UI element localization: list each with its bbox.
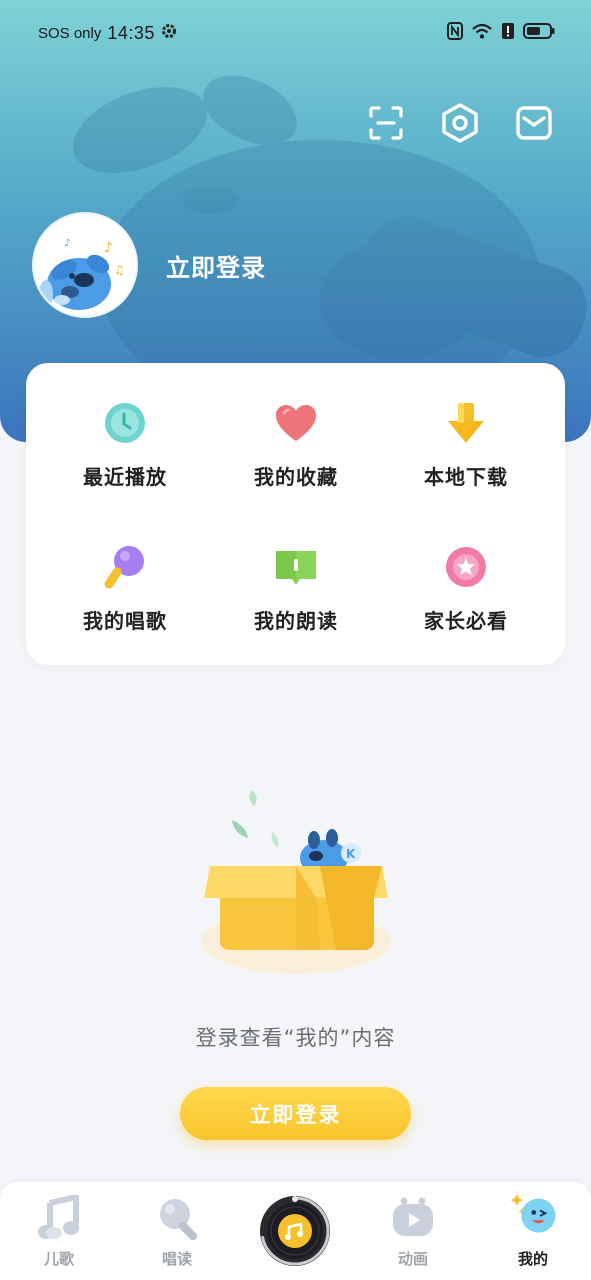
- menu-item-my-reading[interactable]: 我的朗读: [216, 543, 376, 653]
- nav-label: 我的: [517, 1250, 548, 1268]
- settings-hex-icon[interactable]: [441, 102, 479, 144]
- svg-text:♫: ♫: [114, 263, 125, 277]
- carrier-status: SOS only: [38, 24, 102, 42]
- battery-icon: [523, 22, 555, 44]
- menu-item-label: 我的朗读: [254, 609, 338, 633]
- nfc-icon: [447, 22, 463, 44]
- empty-box-illustration: K: [201, 790, 391, 974]
- mail-icon[interactable]: [515, 102, 553, 144]
- clock: 14:35: [107, 22, 155, 43]
- svg-text:K: K: [346, 847, 356, 861]
- menu-item-label: 最近播放: [83, 465, 167, 489]
- alert-sim-icon: [501, 22, 515, 44]
- microphone-icon: [101, 543, 149, 591]
- nav-label: 儿歌: [43, 1250, 74, 1268]
- menu-item-recent-play[interactable]: 最近播放: [45, 399, 205, 509]
- music-note-icon: [35, 1194, 83, 1242]
- tv-play-icon: [389, 1194, 437, 1242]
- clock-icon: [101, 399, 149, 447]
- status-bar: SOS only 14:35: [38, 20, 555, 46]
- mascot-face-icon: [509, 1193, 557, 1242]
- gear-icon: [161, 23, 177, 43]
- avatar[interactable]: ♪ ♫ ♪: [32, 212, 138, 318]
- nav-label: 动画: [397, 1250, 428, 1268]
- wifi-icon: [471, 22, 493, 44]
- login-button[interactable]: 立即登录: [180, 1087, 411, 1140]
- menu-item-label: 我的收藏: [254, 465, 338, 489]
- download-arrow-icon: [442, 399, 490, 447]
- menu-item-label: 家长必看: [424, 609, 508, 633]
- nav-item-mine[interactable]: 我的: [478, 1182, 588, 1280]
- nav-item-animation[interactable]: 动画: [358, 1182, 468, 1280]
- heart-icon: [272, 399, 320, 447]
- menu-item-parents-must-see[interactable]: 家长必看: [386, 543, 546, 653]
- feature-menu-card: 最近播放 我的收藏 本地下载 我的唱歌 我的朗读 家长必看: [26, 363, 565, 665]
- menu-item-favorites[interactable]: 我的收藏: [216, 399, 376, 509]
- empty-state-message: 登录查看“我的”内容: [195, 1026, 396, 1050]
- scan-icon[interactable]: [367, 102, 405, 144]
- menu-item-label: 本地下载: [424, 465, 508, 489]
- header-actions: [367, 102, 553, 144]
- mic-icon: [153, 1194, 201, 1242]
- login-link[interactable]: 立即登录: [166, 248, 266, 283]
- menu-item-my-singing[interactable]: 我的唱歌: [45, 543, 205, 653]
- nav-item-songs[interactable]: 儿歌: [4, 1182, 114, 1280]
- nav-item-sing-read[interactable]: 唱读: [122, 1182, 232, 1280]
- vinyl-disc-icon[interactable]: [259, 1195, 331, 1267]
- svg-text:♪: ♪: [104, 240, 113, 256]
- svg-text:♪: ♪: [64, 238, 70, 249]
- menu-item-local-download[interactable]: 本地下载: [386, 399, 546, 509]
- nav-label: 唱读: [161, 1250, 192, 1268]
- book-icon: [272, 543, 320, 591]
- menu-item-label: 我的唱歌: [83, 609, 167, 633]
- star-badge-icon: [442, 543, 490, 591]
